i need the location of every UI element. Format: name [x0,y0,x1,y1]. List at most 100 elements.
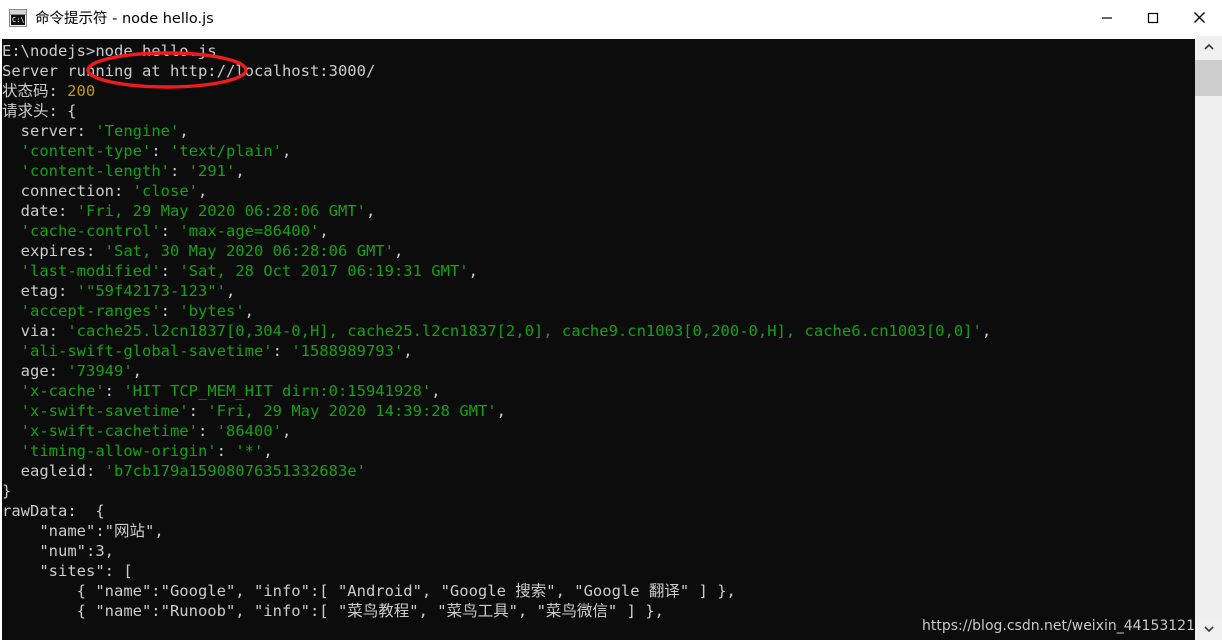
scroll-up-button[interactable] [1195,36,1222,58]
scrollbar-track[interactable] [1195,58,1222,618]
terminal-text: 'ali-swift-global-savetime' [20,342,273,360]
terminal-line: { "name":"Runoob", "info":[ "菜鸟教程", "菜鸟工… [2,601,991,621]
terminal-text: , [197,182,208,200]
terminal-text: 'x-swift-cachetime' [20,422,198,440]
terminal-line: 'last-modified': 'Sat, 28 Oct 2017 06:19… [2,261,991,281]
terminal-text: , [235,162,245,180]
maximize-icon [1147,12,1159,23]
terminal-text: { "name":"Google", "info":[ "Android", "… [2,582,736,600]
terminal-text: 'cache25.l2cn1837[0,304-0,H], cache25.l2… [67,322,982,340]
terminal-line: E:\nodejs>node hello.js [2,41,991,61]
terminal-text: } [2,482,12,500]
terminal-line: rawData: { [2,501,991,521]
terminal-text: "num":3, [2,542,114,560]
terminal-text: '86400' [216,422,282,440]
terminal-text: : [160,262,180,280]
terminal-line: 'ali-swift-global-savetime': '1588989793… [2,341,991,361]
terminal-text: , [431,382,441,400]
terminal-text: 'cache-control' [20,222,161,240]
terminal-text: : [197,422,217,440]
terminal-text: { "name":"Runoob", "info":[ "菜鸟教程", "菜鸟工… [2,602,664,620]
terminal-text: , [179,122,189,140]
terminal-line: date: 'Fri, 29 May 2020 06:28:06 GMT', [2,201,991,221]
vertical-scrollbar[interactable] [1195,36,1222,640]
terminal-text: expires: [2,242,105,260]
terminal-text: 'Tengine' [95,122,180,140]
terminal-text: 'Fri, 29 May 2020 06:28:06 GMT' [76,202,366,220]
title-bar: C:\ 命令提示符 - node hello.js [0,0,1222,36]
terminal-text: 'Sat, 28 Oct 2017 06:19:31 GMT' [179,262,469,280]
terminal-text: '"59f42173-123"' [76,282,226,300]
terminal-line: 状态码: 200 [2,81,991,101]
chevron-down-icon [1203,626,1214,633]
cmd-window: C:\ 命令提示符 - node hello.js E:\nodejs>node… [0,0,1222,640]
terminal-line: via: 'cache25.l2cn1837[0,304-0,H], cache… [2,321,992,341]
terminal-text: Server running at http://localhost:3000/ [2,62,376,80]
scroll-down-button[interactable] [1195,618,1222,640]
scrollbar-thumb[interactable] [1195,60,1222,96]
terminal-line: 'content-length': '291', [2,161,991,181]
terminal-text: 'x-swift-savetime' [20,402,189,420]
terminal-line: 'x-swift-savetime': 'Fri, 29 May 2020 14… [2,401,991,421]
watermark: https://blog.csdn.net/weixin_44153121 [921,618,1195,634]
terminal-text: , [225,282,236,300]
terminal-text: 'bytes' [179,302,245,320]
terminal-text: rawData: { [2,502,105,520]
terminal-text: 'accept-ranges' [20,302,161,320]
terminal-text: age: [2,362,68,380]
terminal-text: 'x-cache' [20,382,105,400]
terminal-text: , [981,322,992,340]
terminal-text: '*' [235,442,264,460]
minimize-icon [1102,16,1112,19]
terminal-text: eagleid: [2,462,105,480]
terminal-line: expires: 'Sat, 30 May 2020 06:28:06 GMT'… [2,241,991,261]
terminal-text: E:\nodejs>node hello.js [2,42,217,60]
maximize-button[interactable] [1130,0,1176,36]
terminal-text: : [188,402,208,420]
terminal-line: } [2,481,991,501]
terminal-text: 'max-age=86400' [179,222,320,240]
cmd-icon: C:\ [9,8,27,27]
terminal-text: 'content-type' [20,142,152,160]
terminal-text: : [151,142,170,160]
terminal-line: connection: 'close', [2,181,991,201]
close-button[interactable] [1176,0,1222,36]
terminal-text: : [104,382,124,400]
terminal-text: : [169,162,189,180]
terminal-text: , [244,302,254,320]
terminal-text: , [403,342,413,360]
console-screen[interactable]: E:\nodejs>node hello.js Server running at… [2,39,1195,640]
terminal-text: , [132,362,142,380]
terminal-line: age: '73949', [2,361,991,381]
terminal-line: 'cache-control': 'max-age=86400', [2,221,991,241]
window-title: 命令提示符 - node hello.js [35,11,214,27]
terminal-text: "sites": [ [2,562,133,580]
terminal-text: : [216,442,236,460]
terminal-line: 'content-type': 'text/plain', [2,141,991,161]
terminal-text: 'text/plain' [170,142,282,160]
terminal-line: eagleid: 'b7cb179a15908076351332683e' [2,461,991,481]
console-area: E:\nodejs>node hello.js Server running at… [0,36,1222,640]
terminal-text: '291' [188,162,236,180]
terminal-line: 'x-swift-cachetime': '86400', [2,421,991,441]
terminal-line: "num":3, [2,541,991,561]
terminal-line: 'accept-ranges': 'bytes', [2,301,991,321]
terminal-text: '73949' [67,362,133,380]
minimize-button[interactable] [1084,0,1130,36]
terminal-text: , [393,242,404,260]
terminal-text: etag: [2,282,77,300]
terminal-text: , [496,402,506,420]
terminal-line: { "name":"Google", "info":[ "Android", "… [2,581,991,601]
terminal-text: , [281,422,292,440]
terminal-text: 200 [67,82,96,100]
terminal-output: E:\nodejs>node hello.js Server running at… [2,41,991,621]
terminal-text: 'Fri, 29 May 2020 14:39:28 GMT' [207,402,497,420]
